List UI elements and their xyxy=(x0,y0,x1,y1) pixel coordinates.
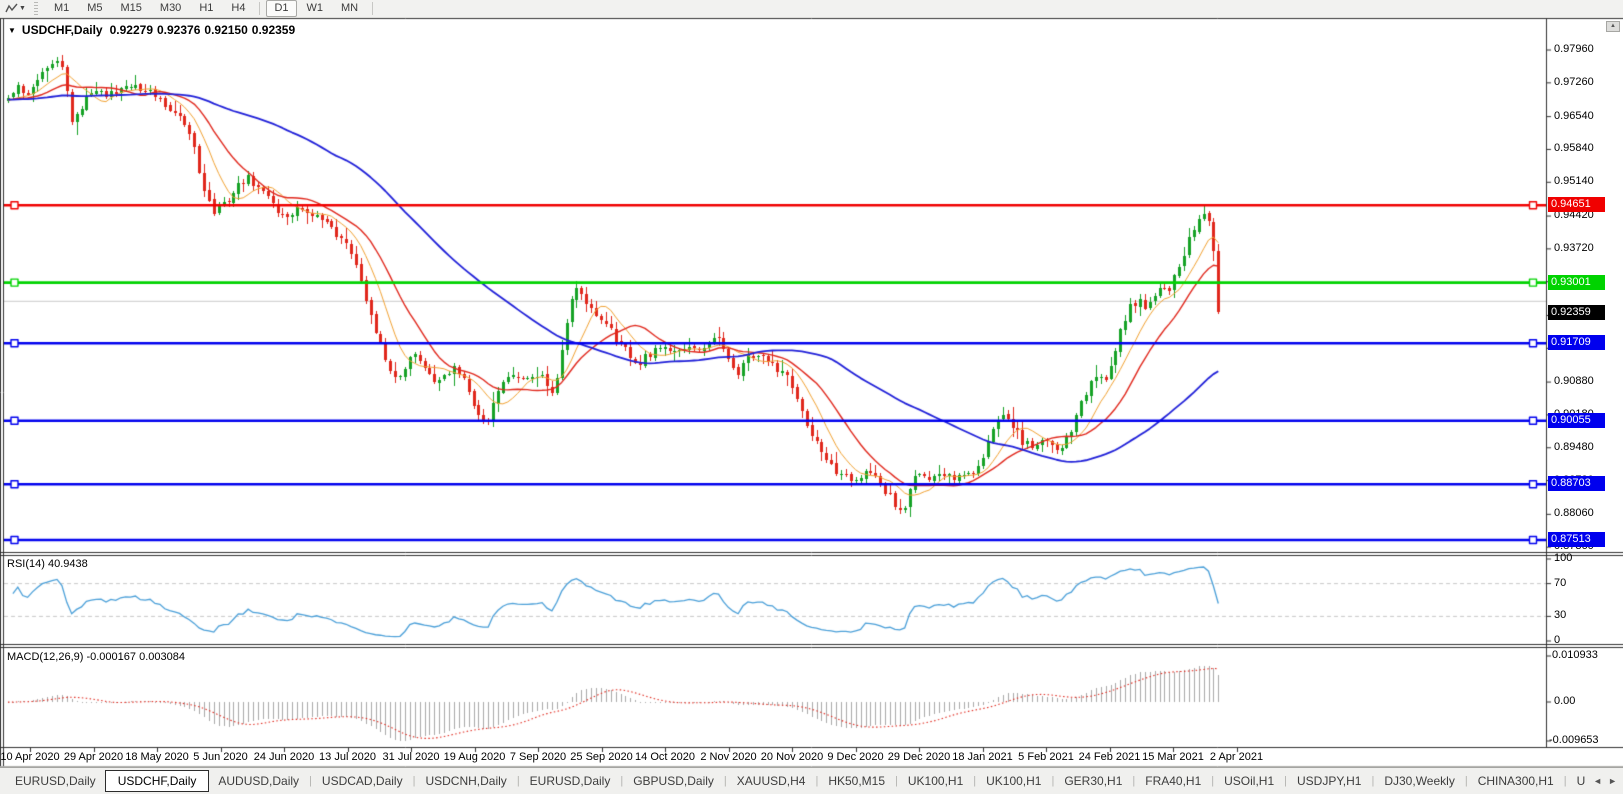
chart-canvas[interactable] xyxy=(0,0,1623,794)
tab-scroll-arrows: ◄ ► xyxy=(1590,768,1620,794)
timeframe-button-mn[interactable]: MN xyxy=(333,0,366,17)
chart-tab-usdjpy-h1[interactable]: USDJPY,H1 xyxy=(1288,771,1370,791)
chart-tab-dj30-weekly[interactable]: DJ30,Weekly xyxy=(1375,771,1463,791)
chart-tab-usdcad-daily[interactable]: USDCAD,Daily xyxy=(313,771,412,791)
ohlc-high: 0.92376 xyxy=(157,23,200,37)
timeframe-button-w1[interactable]: W1 xyxy=(299,0,332,17)
toolbar-grip[interactable] xyxy=(34,2,38,15)
chart-tab-gbpusd-daily[interactable]: GBPUSD,Daily xyxy=(624,771,723,791)
timeframe-button-m30[interactable]: M30 xyxy=(152,0,189,17)
chart-tab-uk100-h1[interactable]: UK100,H1 xyxy=(899,771,972,791)
timeframe-button-m5[interactable]: M5 xyxy=(79,0,110,17)
rsi-indicator-label: RSI(14) 40.9438 xyxy=(7,558,88,570)
chart-tab-ger30-h1[interactable]: GER30,H1 xyxy=(1055,771,1131,791)
chart-title-row: ▼ USDCHF,Daily 0.92279 0.92376 0.92150 0… xyxy=(8,23,295,37)
chart-tab-hk50-m15[interactable]: HK50,M15 xyxy=(819,771,894,791)
chart-tab-fra40-h1[interactable]: FRA40,H1 xyxy=(1136,771,1210,791)
chart-tab-usoil-h1[interactable]: USOil,H1 xyxy=(1215,771,1283,791)
symbol-dropdown-icon[interactable]: ▼ xyxy=(8,26,16,35)
toolbar-separator xyxy=(259,2,260,15)
timeframe-button-m15[interactable]: M15 xyxy=(113,0,150,17)
timeframe-button-d1[interactable]: D1 xyxy=(266,0,296,17)
timeframe-button-h4[interactable]: H4 xyxy=(223,0,253,17)
scroll-up-button[interactable]: ▲ xyxy=(1606,21,1620,32)
chart-tab-eurusd-daily[interactable]: EURUSD,Daily xyxy=(6,771,105,791)
toolbar: ▼ M1M5M15M30H1H4 D1W1MN xyxy=(0,0,1623,18)
timeframe-button-h1[interactable]: H1 xyxy=(191,0,221,17)
chart-tab-bar: EURUSD,DailyUSDCHF,DailyAUDUSD,Daily|USD… xyxy=(0,767,1623,794)
tabs-list: EURUSD,DailyUSDCHF,DailyAUDUSD,Daily|USD… xyxy=(6,768,1589,794)
chart-tab-eurusd-daily[interactable]: EURUSD,Daily xyxy=(521,771,620,791)
chart-tab-usdcnh-daily[interactable]: USDCNH,Daily xyxy=(416,771,515,791)
tab-scroll-right-icon[interactable]: ► xyxy=(1608,776,1617,786)
chart-title: USDCHF,Daily xyxy=(22,23,103,37)
chart-tab-uk100-h1[interactable]: UK100,H1 xyxy=(977,771,1050,791)
timeframe-button-m1[interactable]: M1 xyxy=(46,0,77,17)
line-tool-icon[interactable] xyxy=(3,2,19,16)
timeframe-toolbar: M1M5M15M30H1H4 D1W1MN xyxy=(45,0,378,17)
chart-tab-xauusd-h4[interactable]: XAUUSD,H4 xyxy=(728,771,815,791)
chart-tab-china300-h1[interactable]: CHINA300,H1 xyxy=(1469,771,1563,791)
ohlc-low: 0.92150 xyxy=(204,23,247,37)
ohlc-close: 0.92359 xyxy=(252,23,295,37)
chart-tab-audusd-daily[interactable]: AUDUSD,Daily xyxy=(209,771,308,791)
toolbar-separator xyxy=(372,2,373,15)
chart-tab-usdchf-daily[interactable]: USDCHF,Daily xyxy=(105,770,210,792)
tool-dropdown-caret-icon[interactable]: ▼ xyxy=(19,5,26,12)
macd-indicator-label: MACD(12,26,9) -0.000167 0.003084 xyxy=(7,651,185,663)
ohlc-open: 0.92279 xyxy=(110,23,153,37)
tab-scroll-left-icon[interactable]: ◄ xyxy=(1593,776,1602,786)
chart-tab-u[interactable]: U xyxy=(1568,771,1589,791)
